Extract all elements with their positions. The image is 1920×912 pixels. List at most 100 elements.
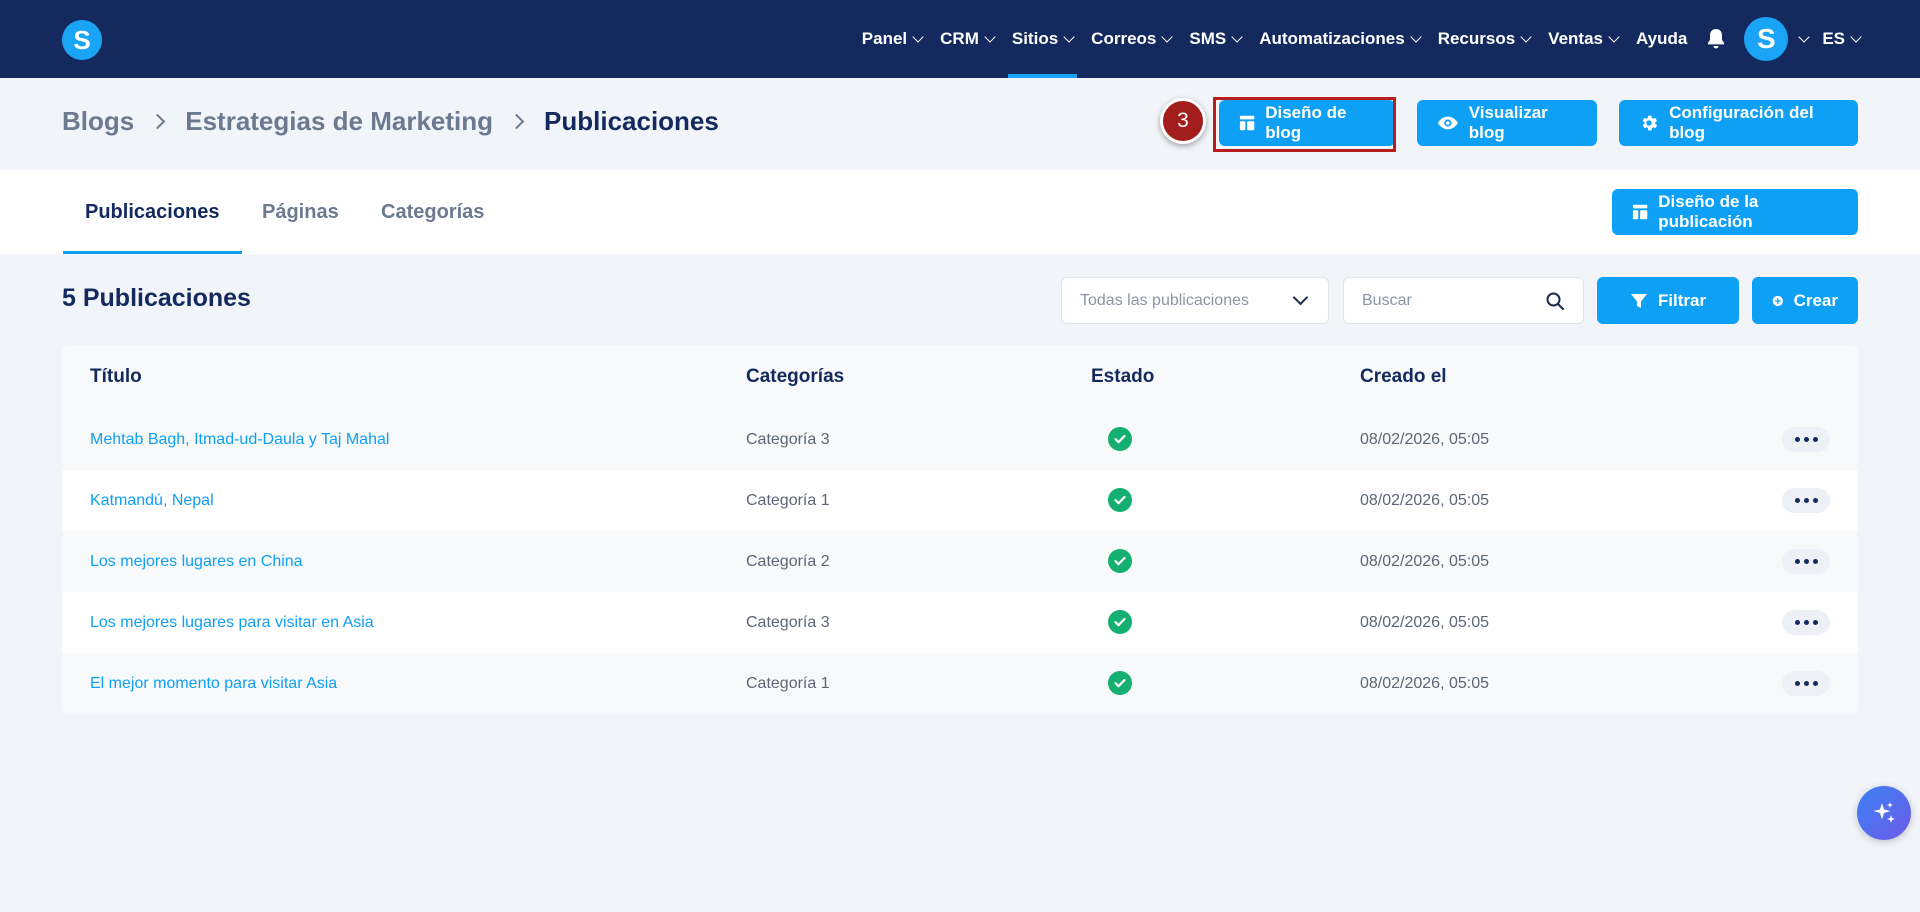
status-filter-value: Todas las publicaciones xyxy=(1080,291,1249,309)
post-category: Categoría 1 xyxy=(746,674,830,692)
nav-item-label: Ventas xyxy=(1548,29,1603,48)
filter-icon xyxy=(1630,293,1647,308)
tab-paginas[interactable]: Páginas xyxy=(262,170,339,254)
ai-assistant-button[interactable] xyxy=(1857,786,1911,840)
nav-item-sms[interactable]: SMS xyxy=(1180,0,1250,78)
table-header: Título Categorías Estado Creado el xyxy=(62,345,1858,409)
filter-button[interactable]: Filtrar xyxy=(1597,277,1739,324)
eye-icon xyxy=(1437,116,1458,130)
post-created-date: 08/02/2026, 05:05 xyxy=(1360,674,1490,692)
status-filter-select[interactable]: Todas las publicaciones xyxy=(1061,277,1329,324)
post-created-date: 08/02/2026, 05:05 xyxy=(1360,552,1490,570)
nav-item-sitios[interactable]: Sitios xyxy=(1003,0,1082,78)
nav-item-label: Correos xyxy=(1091,29,1157,48)
breadcrumb-blogs[interactable]: Blogs xyxy=(62,106,134,137)
nav-item-panel[interactable]: Panel xyxy=(853,0,931,78)
chevron-down-icon xyxy=(1608,30,1620,43)
nav-item-label: Automatizaciones xyxy=(1259,29,1405,48)
top-navbar: S Panel CRM Sitios Correos SMS Automatiz… xyxy=(0,0,1920,78)
tab-publicaciones[interactable]: Publicaciones xyxy=(63,170,241,254)
blog-settings-button[interactable]: Configuración del blog xyxy=(1619,100,1858,146)
column-header-status[interactable]: Estado xyxy=(1091,366,1154,388)
tab-categorias[interactable]: Categorías xyxy=(381,170,484,254)
nav-item-label: Ayuda xyxy=(1635,29,1688,48)
search-icon[interactable] xyxy=(1545,291,1565,316)
more-actions-button[interactable] xyxy=(1782,427,1830,452)
table-row: El mejor momento para visitar Asia Categ… xyxy=(62,653,1858,714)
filter-label: Filtrar xyxy=(1657,290,1707,310)
create-label: Crear xyxy=(1793,290,1838,310)
nav-item-crm[interactable]: CRM xyxy=(931,0,1003,78)
nav-item-label: Recursos xyxy=(1437,29,1516,48)
post-title-link[interactable]: Los mejores lugares para visitar en Asia xyxy=(90,614,374,632)
post-title-link[interactable]: Los mejores lugares en China xyxy=(90,553,303,571)
nav-item-recursos[interactable]: Recursos xyxy=(1429,0,1539,78)
nav-item-automatizaciones[interactable]: Automatizaciones xyxy=(1250,0,1428,78)
chevron-down-icon xyxy=(1520,30,1532,43)
nav-item-label: Panel xyxy=(861,29,908,48)
post-created-date: 08/02/2026, 05:05 xyxy=(1360,430,1490,448)
table-row: Mehtab Bagh, Itmad-ud-Daula y Taj Mahal … xyxy=(62,409,1858,470)
search-input[interactable] xyxy=(1362,291,1532,310)
page-title: Publicaciones xyxy=(544,106,719,136)
chevron-down-icon xyxy=(1292,289,1309,306)
check-circle-icon xyxy=(1108,610,1132,634)
create-button[interactable]: Crear xyxy=(1752,277,1858,324)
step-badge: 3 xyxy=(1160,98,1206,144)
user-avatar[interactable]: S xyxy=(1744,17,1789,61)
chevron-down-icon xyxy=(912,30,924,43)
view-blog-label: Visualizar blog xyxy=(1468,103,1548,142)
bell-icon[interactable] xyxy=(1696,0,1736,78)
view-blog-button[interactable]: Visualizar blog xyxy=(1417,100,1597,146)
nav-item-ayuda[interactable]: Ayuda xyxy=(1627,0,1696,78)
gear-icon xyxy=(1642,115,1658,131)
post-design-button[interactable]: Diseño de la publicación xyxy=(1612,189,1858,235)
more-actions-button[interactable] xyxy=(1782,488,1830,513)
nav-item-label: SMS xyxy=(1189,29,1227,48)
chevron-right-icon xyxy=(508,113,525,130)
nav-item-correos[interactable]: Correos xyxy=(1082,0,1180,78)
breadcrumb-blog-name[interactable]: Estrategias de Marketing xyxy=(185,106,493,137)
main-nav: Panel CRM Sitios Correos SMS Automatizac… xyxy=(853,0,1862,78)
chevron-down-icon xyxy=(1231,30,1243,43)
post-category: Categoría 3 xyxy=(746,430,830,448)
chevron-down-icon xyxy=(1850,30,1862,43)
chevron-down-icon xyxy=(1161,30,1174,43)
column-header-created[interactable]: Creado el xyxy=(1360,366,1447,388)
step-highlight-box xyxy=(1213,97,1396,152)
check-circle-icon xyxy=(1108,671,1132,695)
breadcrumb: Blogs Estrategias de Marketing Publicaci… xyxy=(62,106,719,137)
column-header-title[interactable]: Título xyxy=(90,366,142,388)
tabs-bar: Publicaciones Páginas Categorías Diseño … xyxy=(0,170,1920,254)
chevron-right-icon xyxy=(149,113,166,130)
chevron-down-icon xyxy=(984,30,996,43)
search-box xyxy=(1343,277,1584,324)
post-created-date: 08/02/2026, 05:05 xyxy=(1360,613,1490,631)
table-row: Katmandú, Nepal Categoría 1 08/02/2026, … xyxy=(62,470,1858,531)
post-title-link[interactable]: El mejor momento para visitar Asia xyxy=(90,675,337,693)
nav-item-label: CRM xyxy=(940,29,979,48)
nav-item-ventas[interactable]: Ventas xyxy=(1539,0,1627,78)
language-selector[interactable]: ES xyxy=(1822,0,1862,78)
check-circle-icon xyxy=(1108,427,1132,451)
chevron-down-icon xyxy=(1063,30,1075,43)
posts-count-title: 5 Publicaciones xyxy=(62,284,251,312)
column-header-categories[interactable]: Categorías xyxy=(746,366,844,388)
language-label: ES xyxy=(1822,29,1845,48)
chevron-down-icon[interactable] xyxy=(1798,30,1810,43)
more-actions-button[interactable] xyxy=(1782,549,1830,574)
table-row: Los mejores lugares en China Categoría 2… xyxy=(62,531,1858,592)
post-design-label: Diseño de la publicación xyxy=(1658,192,1759,231)
post-category: Categoría 2 xyxy=(746,552,830,570)
blog-settings-label: Configuración del blog xyxy=(1669,103,1814,142)
post-category: Categoría 1 xyxy=(746,491,830,509)
table-row: Los mejores lugares para visitar en Asia… xyxy=(62,592,1858,653)
more-actions-button[interactable] xyxy=(1782,671,1830,696)
brand-logo[interactable]: S xyxy=(62,20,102,60)
table-body: Mehtab Bagh, Itmad-ud-Daula y Taj Mahal … xyxy=(62,409,1858,714)
sparkles-icon xyxy=(1873,802,1895,823)
more-actions-button[interactable] xyxy=(1782,610,1830,635)
post-title-link[interactable]: Mehtab Bagh, Itmad-ud-Daula y Taj Mahal xyxy=(90,431,389,449)
post-title-link[interactable]: Katmandú, Nepal xyxy=(90,492,214,510)
posts-table: Título Categorías Estado Creado el Mehta… xyxy=(62,345,1858,714)
